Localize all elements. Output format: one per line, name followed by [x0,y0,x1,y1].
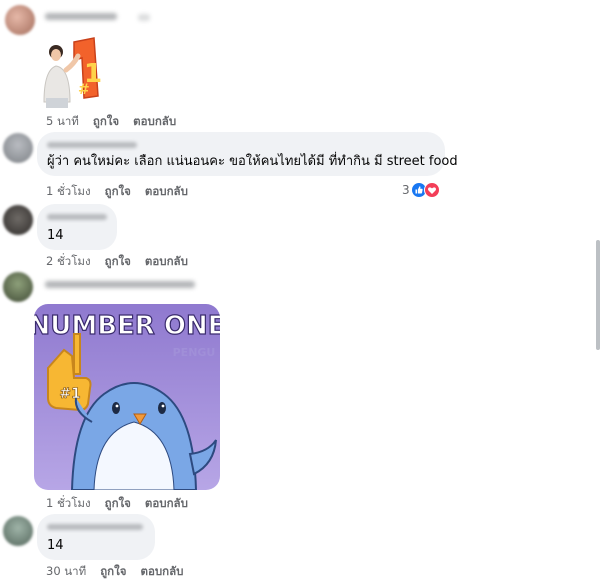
commenter-name-redacted[interactable] [45,281,195,288]
commenter-name-redacted[interactable] [47,214,107,220]
commenter-avatar[interactable] [3,272,33,302]
comment-bubble: 14 [37,514,155,560]
reaction-summary[interactable]: 3 [402,182,440,198]
number-one-pengu-sticker[interactable]: NUMBER ONE PENGU #1 [34,304,220,490]
reaction-count: 3 [402,183,410,197]
reply-button[interactable]: ตอบกลับ [133,113,176,131]
comment-actions: 30 นาที ถูกใจ ตอบกลับ [46,563,183,581]
reply-button[interactable]: ตอบกลับ [145,183,188,201]
commenter-name-redacted[interactable] [45,13,117,20]
comment-actions: 1 ชั่วโมง ถูกใจ ตอบกลับ [46,495,188,513]
comment-bubble: ผู้ว่า คนใหม่คะ เลือก แน่นอนคะ ขอให้คนไท… [37,132,458,176]
comment-actions: 2 ชั่วโมง ถูกใจ ตอบกลับ [46,253,188,271]
comment-timestamp[interactable]: 1 ชั่วโมง [46,495,91,513]
reply-button[interactable]: ตอบกลับ [145,253,188,271]
like-button[interactable]: ถูกใจ [100,563,126,581]
comment-text: 14 [47,228,64,243]
commenter-avatar[interactable] [3,516,33,546]
comment-timestamp[interactable]: 30 นาที [46,563,86,581]
comment-bubble: 14 [37,204,117,250]
reply-button[interactable]: ตอบกลับ [140,563,183,581]
comment-actions: 5 นาที ถูกใจ ตอบกลับ [46,113,176,131]
comment-actions: 1 ชั่วโมง ถูกใจ ตอบกลับ [46,183,188,201]
comment-thread: # 1 5 นาที ถูกใจ ตอบกลับ ผู้ว่า คนใหม่คะ… [0,0,600,581]
like-button[interactable]: ถูกใจ [105,183,131,201]
sticker-watermark: PENGU [173,346,216,359]
commenter-avatar[interactable] [5,5,35,35]
like-button[interactable]: ถูกใจ [93,113,119,131]
comment-text: 14 [47,538,64,553]
comment-timestamp[interactable]: 5 นาที [46,113,79,131]
comment-timestamp[interactable]: 2 ชั่วโมง [46,253,91,271]
commenter-name-redacted[interactable] [47,524,143,530]
number-one-man-sticker[interactable]: # 1 [40,36,112,108]
commenter-avatar[interactable] [3,205,33,235]
comment-text: ผู้ว่า คนใหม่คะ เลือก แน่นอนคะ ขอให้คนไท… [47,154,458,169]
commenter-name-redacted [138,14,150,21]
like-button[interactable]: ถูกใจ [105,253,131,271]
like-button[interactable]: ถูกใจ [105,495,131,513]
commenter-name-redacted[interactable] [47,142,137,148]
commenter-avatar[interactable] [3,133,33,163]
reply-button[interactable]: ตอบกลับ [145,495,188,513]
heart-icon [423,182,440,198]
svg-text:1: 1 [84,59,102,89]
comment-timestamp[interactable]: 1 ชั่วโมง [46,183,91,201]
scrollbar-thumb[interactable] [596,240,600,350]
foam-finger-badge: #1 [59,386,80,402]
sticker-headline: NUMBER ONE [34,311,220,341]
